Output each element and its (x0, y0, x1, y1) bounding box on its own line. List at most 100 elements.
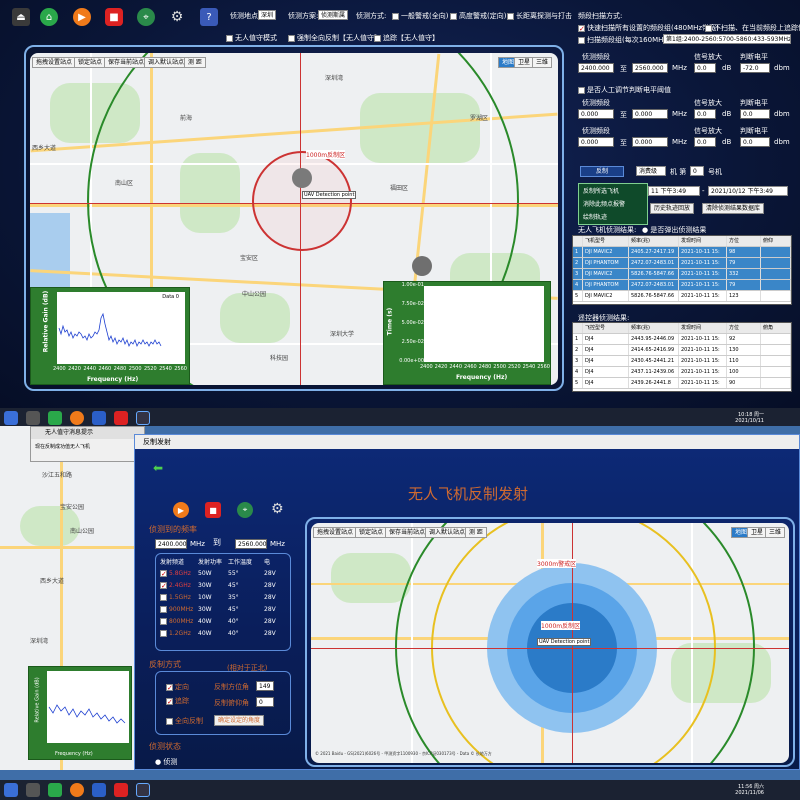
view-satellite-button[interactable]: 卫星 (747, 527, 768, 538)
table-row[interactable]: 4 DJ4 2437.11-2439.06 2021-10-11 15: 100 (573, 367, 791, 378)
location-pin-icon[interactable]: ⌖ (237, 502, 253, 518)
table-row[interactable]: 5 DJI MAVIC2 5826.76-5847.66 2021-10-11 15:… (573, 291, 791, 302)
tx-row[interactable]: 900MHz 30W 45° 28V (156, 605, 290, 617)
measure-button[interactable]: 测 距 (465, 527, 487, 538)
menu-clear-alarm-item[interactable]: 消除此频点报警 (579, 197, 647, 210)
scan-all-check[interactable]: 快速扫描所有设置的频段组(480MHz带宽) (578, 23, 719, 33)
settings-gear-icon[interactable]: ⚙ (271, 501, 284, 517)
confirm-angle-button[interactable]: 确定设定的角度 (214, 715, 265, 726)
uav-result-table[interactable]: 飞机型号 频率(兆) 发现时间 方位 俯仰 1 DJI MAVIC2 2405.27-2417… (572, 235, 792, 305)
table-row[interactable]: 4 DJI PHANTOM 2472.07-2483.01 2021-10-11 15… (573, 280, 791, 291)
firefox-icon[interactable] (70, 411, 84, 425)
app-icon[interactable] (136, 411, 150, 425)
word-icon[interactable] (92, 783, 106, 797)
drag-station-button[interactable]: 拖拽设置站点 (313, 527, 358, 538)
freq-to-input[interactable]: 2560.000 (235, 539, 267, 549)
scheme-select[interactable]: 侦测斯属 (318, 10, 349, 20)
start-icon[interactable] (4, 411, 18, 425)
location-select[interactable]: 深圳 (258, 10, 277, 20)
opt-general-check[interactable]: 一般警戒(全向) (392, 11, 448, 21)
tx-checkbox[interactable] (160, 606, 167, 613)
menu-draw-track-item[interactable]: 绘制轨迹 (579, 210, 647, 223)
opt-high-check[interactable]: 高度警戒(定向) (450, 11, 506, 21)
band-from-input[interactable]: 0.000 (578, 137, 614, 147)
drone-marker-icon[interactable] (292, 168, 312, 188)
popup-result-radio[interactable]: ● 是否弹出侦测结果 (642, 225, 706, 235)
view-3d-button[interactable]: 三维 (765, 527, 786, 538)
tx-row[interactable]: 5.8GHz 50W 55° 28V (156, 569, 290, 581)
files-icon[interactable] (26, 783, 40, 797)
stop-icon[interactable]: ■ (105, 8, 123, 26)
gain-input[interactable]: 0.0 (694, 109, 716, 119)
tx-row[interactable]: 1.5GHz 10W 35° 28V (156, 593, 290, 605)
gain-input[interactable]: 0.0 (694, 63, 716, 73)
tx-row[interactable]: 2.4GHz 30W 45° 28V (156, 581, 290, 593)
tx-checkbox[interactable] (160, 582, 167, 589)
counter-map-view[interactable]: 3000m警戒区 1000m反制区 UAV Detection point 拖拽… (311, 523, 789, 763)
save-station-button[interactable]: 保存当前站点 (385, 527, 430, 538)
app-icon[interactable] (114, 783, 128, 797)
scan-group-select[interactable]: 第1组:2400-2560:5700-5860:433-593MHz (663, 34, 791, 44)
view-satellite-button[interactable]: 卫星 (514, 57, 535, 68)
table-row[interactable]: 1 DJI MAVIC2 2405.27-2417.19 2021-10-11 15:… (573, 247, 791, 258)
band-from-input[interactable]: 2400.000 (578, 63, 614, 73)
load-station-button[interactable]: 调入默认站点 (144, 57, 189, 68)
manual-threshold-check[interactable]: 是否人工调节判断电平阈值 (578, 85, 671, 95)
tx-checkbox[interactable] (160, 594, 167, 601)
clear-database-button[interactable]: 清除侦测结果数据库 (702, 203, 765, 214)
files-icon[interactable] (26, 411, 40, 425)
app-icon[interactable] (114, 411, 128, 425)
band-to-input[interactable]: 0.000 (632, 137, 668, 147)
qt-icon[interactable] (48, 783, 62, 797)
word-icon[interactable] (92, 411, 106, 425)
lock-station-button[interactable]: 锁定站点 (355, 527, 388, 538)
tx-checkbox[interactable] (160, 630, 167, 637)
opt-long-check[interactable]: 长距离探测与打击 (507, 11, 572, 21)
help-icon[interactable]: ? (200, 8, 218, 26)
firefox-icon[interactable] (70, 783, 84, 797)
menu-counter-item[interactable]: 反制所选飞机 (579, 184, 647, 197)
settings-gear-icon[interactable]: ⚙ (168, 8, 186, 26)
status-radio[interactable]: ● 侦测 (155, 757, 177, 767)
band-to-input[interactable]: 2560.000 (632, 63, 668, 73)
table-row[interactable]: 5 DJ4 2439.26-2441.8 2021-10-11 15: 90 (573, 378, 791, 389)
drag-station-button[interactable]: 拖拽设置站点 (32, 57, 77, 68)
freq-from-input[interactable]: 2400.000 (155, 539, 187, 549)
start-icon[interactable] (4, 783, 18, 797)
save-station-button[interactable]: 保存当前站点 (104, 57, 149, 68)
load-station-button[interactable]: 调入默认站点 (425, 527, 470, 538)
back-arrow-icon[interactable]: ⬅ (153, 461, 163, 475)
home-icon[interactable]: ⌂ (40, 8, 58, 26)
mode-select[interactable]: 消费级 (636, 166, 666, 176)
table-row[interactable]: 2 DJI PHANTOM 2472.07-2483.01 2021-10-11 15… (573, 258, 791, 269)
stop-icon[interactable]: ■ (205, 502, 221, 518)
exit-icon[interactable]: ⏏ (12, 8, 30, 26)
table-row[interactable]: 3 DJI MAVIC2 5826.76-5847.66 2021-10-11 15:… (573, 269, 791, 280)
band-to-input[interactable]: 0.000 (632, 109, 668, 119)
track-check[interactable]: 追踪 (166, 696, 189, 706)
table-row[interactable]: 3 DJ4 2430.45-2441.21 2021-10-11 15: 110 (573, 356, 791, 367)
machine-number-input[interactable]: 0 (690, 166, 704, 176)
clock[interactable]: 11:56 周六 2021/11/06 (735, 784, 764, 796)
gain-input[interactable]: 0.0 (694, 137, 716, 147)
level-input[interactable]: 0.0 (740, 137, 770, 147)
band-from-input[interactable]: 0.000 (578, 109, 614, 119)
uav-mode-check[interactable]: 无人值守模式 (226, 33, 277, 43)
history-playback-button[interactable]: 历史轨迹回放 (650, 203, 695, 214)
play-icon[interactable]: ▶ (73, 8, 91, 26)
lock-station-button[interactable]: 锁定站点 (74, 57, 107, 68)
view-3d-button[interactable]: 三维 (532, 57, 553, 68)
time-to-input[interactable]: 2021/10/12 下午3:49 (708, 186, 788, 196)
qt-icon[interactable] (48, 411, 62, 425)
directed-check[interactable]: 定向 (166, 682, 189, 692)
omni-check[interactable]: 全向反制 (166, 716, 203, 726)
play-icon[interactable]: ▶ (173, 502, 189, 518)
measure-button[interactable]: 测 距 (184, 57, 206, 68)
pitch-input[interactable]: 0 (256, 697, 274, 707)
time-from-input[interactable]: 11 下午3:49 (648, 186, 700, 196)
level-input[interactable]: -72.0 (740, 63, 770, 73)
tx-row[interactable]: 1.2GHz 40W 40° 28V (156, 629, 290, 641)
tx-row[interactable]: 800MHz 40W 40° 28V (156, 617, 290, 629)
force-check[interactable]: 强制全向反制【无人值守】 (288, 33, 381, 43)
no-scan-check[interactable]: 不扫描、在当前频段上追踪侦测 (705, 23, 800, 33)
